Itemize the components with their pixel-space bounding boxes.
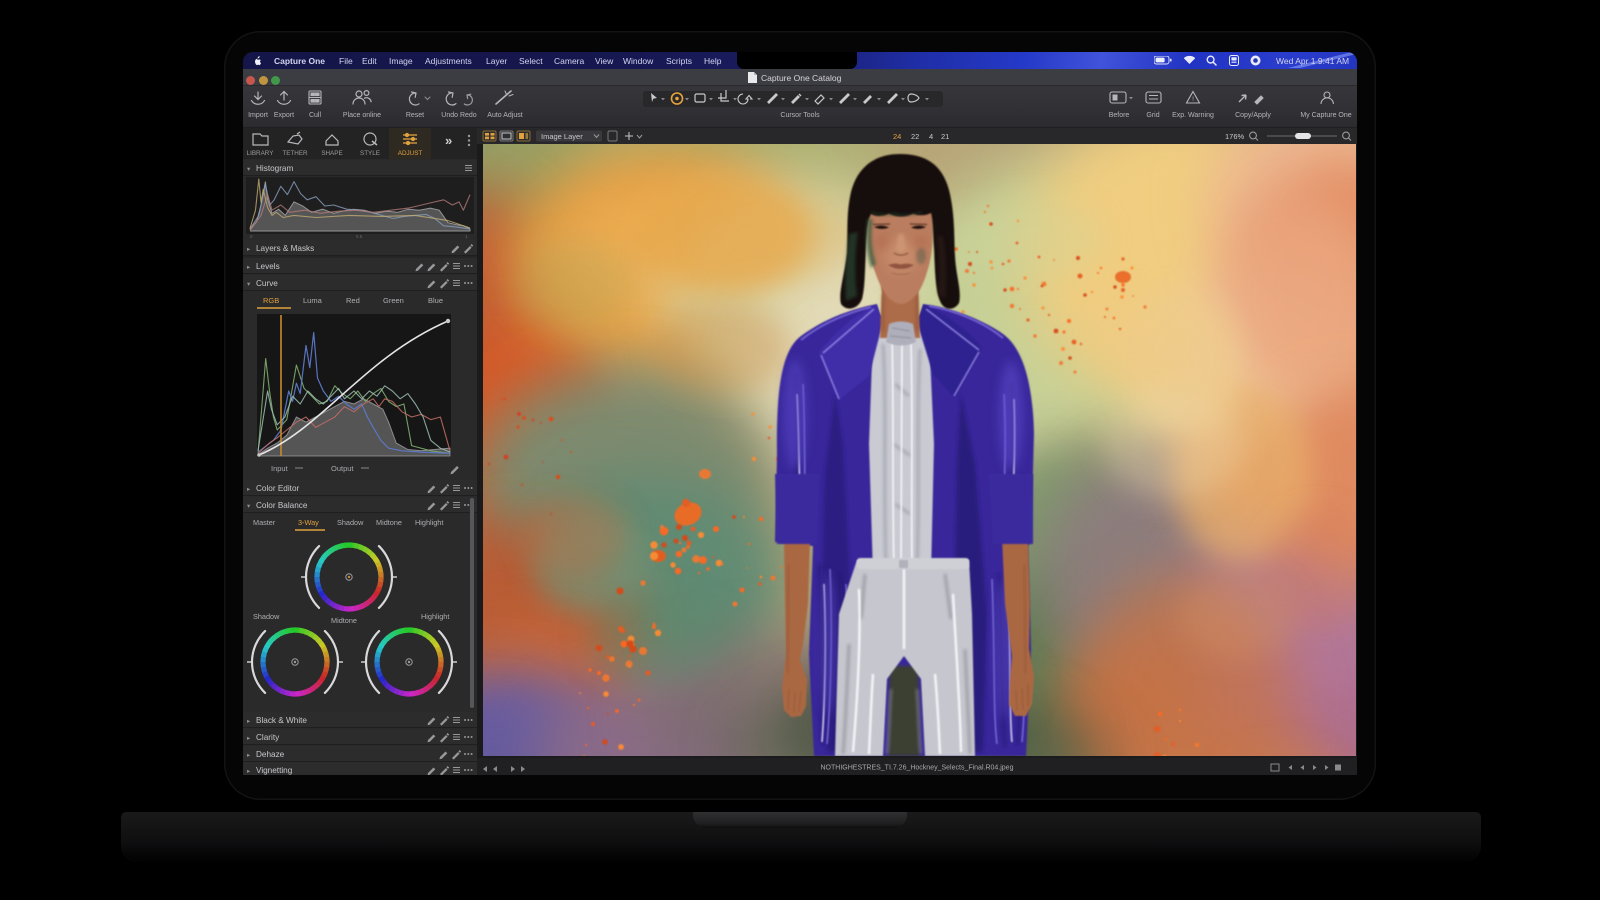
svg-text:Midtone: Midtone xyxy=(376,518,402,527)
svg-text:21: 21 xyxy=(941,132,949,141)
svg-text:22: 22 xyxy=(911,132,919,141)
svg-text:176%: 176% xyxy=(1225,132,1245,141)
svg-text:Highlight: Highlight xyxy=(421,612,449,621)
svg-text:Before: Before xyxy=(1109,112,1130,119)
svg-text:RGB: RGB xyxy=(263,296,279,305)
svg-text:»: » xyxy=(445,133,452,148)
svg-text:Exp. Warning: Exp. Warning xyxy=(1172,112,1214,119)
svg-text:Cull: Cull xyxy=(309,112,322,119)
svg-text:Blue: Blue xyxy=(428,296,443,305)
svg-text:Undo Redo: Undo Redo xyxy=(441,112,477,119)
svg-text:Black & White: Black & White xyxy=(256,716,307,725)
svg-text:0.5: 0.5 xyxy=(356,234,363,239)
svg-text:24: 24 xyxy=(893,132,901,141)
svg-text:ADJUST: ADJUST xyxy=(398,150,423,157)
svg-text:Layers & Masks: Layers & Masks xyxy=(256,244,314,253)
svg-text:!: ! xyxy=(1192,96,1194,103)
svg-text:Auto Adjust: Auto Adjust xyxy=(487,112,522,119)
svg-text:Dehaze: Dehaze xyxy=(256,750,285,759)
svg-text:Clarity: Clarity xyxy=(256,733,280,742)
svg-text:Cursor Tools: Cursor Tools xyxy=(780,112,820,119)
svg-text:Grid: Grid xyxy=(1146,112,1159,119)
svg-text:Vignetting: Vignetting xyxy=(256,766,293,775)
svg-text:Import: Import xyxy=(248,112,268,119)
svg-text:Luma: Luma xyxy=(303,296,323,305)
svg-text:Export: Export xyxy=(274,112,294,119)
svg-text:4: 4 xyxy=(929,132,933,141)
svg-text:Histogram: Histogram xyxy=(256,164,293,173)
svg-text:Green: Green xyxy=(383,296,404,305)
svg-text:Curve: Curve xyxy=(256,279,278,288)
svg-text:Input: Input xyxy=(271,464,289,473)
svg-text:SHAPE: SHAPE xyxy=(321,150,342,157)
svg-text:My Capture One: My Capture One xyxy=(1300,112,1351,119)
svg-text:3-Way: 3-Way xyxy=(298,518,319,527)
svg-text:LIBRARY: LIBRARY xyxy=(247,150,275,157)
svg-text:Place online: Place online xyxy=(343,112,381,119)
svg-text:Midtone: Midtone xyxy=(331,616,357,625)
svg-text:Output: Output xyxy=(331,464,354,473)
svg-text:Highlight: Highlight xyxy=(415,518,443,527)
svg-text:TETHER: TETHER xyxy=(282,150,308,157)
svg-text:Image Layer: Image Layer xyxy=(541,132,583,141)
svg-text:Red: Red xyxy=(346,296,360,305)
svg-text:Levels: Levels xyxy=(256,262,280,271)
svg-text:Color Balance: Color Balance xyxy=(256,501,308,510)
svg-text:Shadow: Shadow xyxy=(337,518,364,527)
svg-text:Color Editor: Color Editor xyxy=(256,484,300,493)
svg-text:STYLE: STYLE xyxy=(360,150,380,157)
svg-text:Master: Master xyxy=(253,518,276,527)
svg-text:Copy/Apply: Copy/Apply xyxy=(1235,112,1271,119)
svg-text:NOTHIGHESTRES_TI.7.26_Hockney_: NOTHIGHESTRES_TI.7.26_Hockney_Selects_Fi… xyxy=(821,765,1014,772)
svg-text:Shadow: Shadow xyxy=(253,612,280,621)
svg-text:Reset: Reset xyxy=(406,112,424,119)
